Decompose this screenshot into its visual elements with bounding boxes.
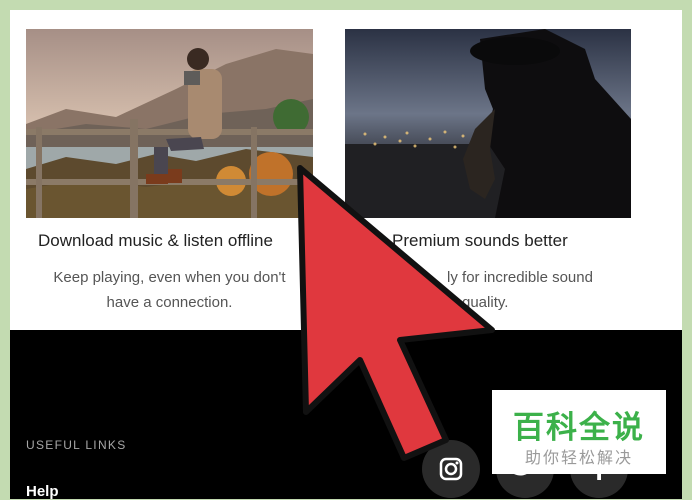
feature-desc-premium-line2: quality. — [462, 294, 509, 311]
feature-title-offline: Download music & listen offline — [38, 231, 273, 250]
feature-desc-offline-line1: Keep playing, even when you don't — [53, 269, 286, 286]
watermark-title: 百科全说 — [513, 410, 645, 445]
feature-desc-offline: Keep playing, even when you don't have a… — [28, 265, 311, 315]
feature-title-premium: Premium sounds better — [392, 231, 568, 250]
footer-link-help[interactable]: Help — [26, 483, 59, 500]
feature-desc-offline-line2: have a connection. — [106, 294, 233, 311]
footer-heading-useful-links: USEFUL LINKS — [26, 438, 127, 452]
watermark-subtitle: 助你轻松解决 — [524, 450, 633, 467]
feature-image-premium — [345, 29, 631, 218]
feature-desc-premium-line1: ly for incredible sound — [447, 269, 593, 286]
feature-desc-premium: ly for incredible sound quality. — [420, 265, 620, 315]
feature-image-offline — [26, 29, 313, 218]
instagram-button[interactable] — [422, 440, 480, 498]
watermark-badge: 百科全说 助你轻松解决 — [492, 390, 666, 474]
instagram-icon — [439, 457, 463, 481]
